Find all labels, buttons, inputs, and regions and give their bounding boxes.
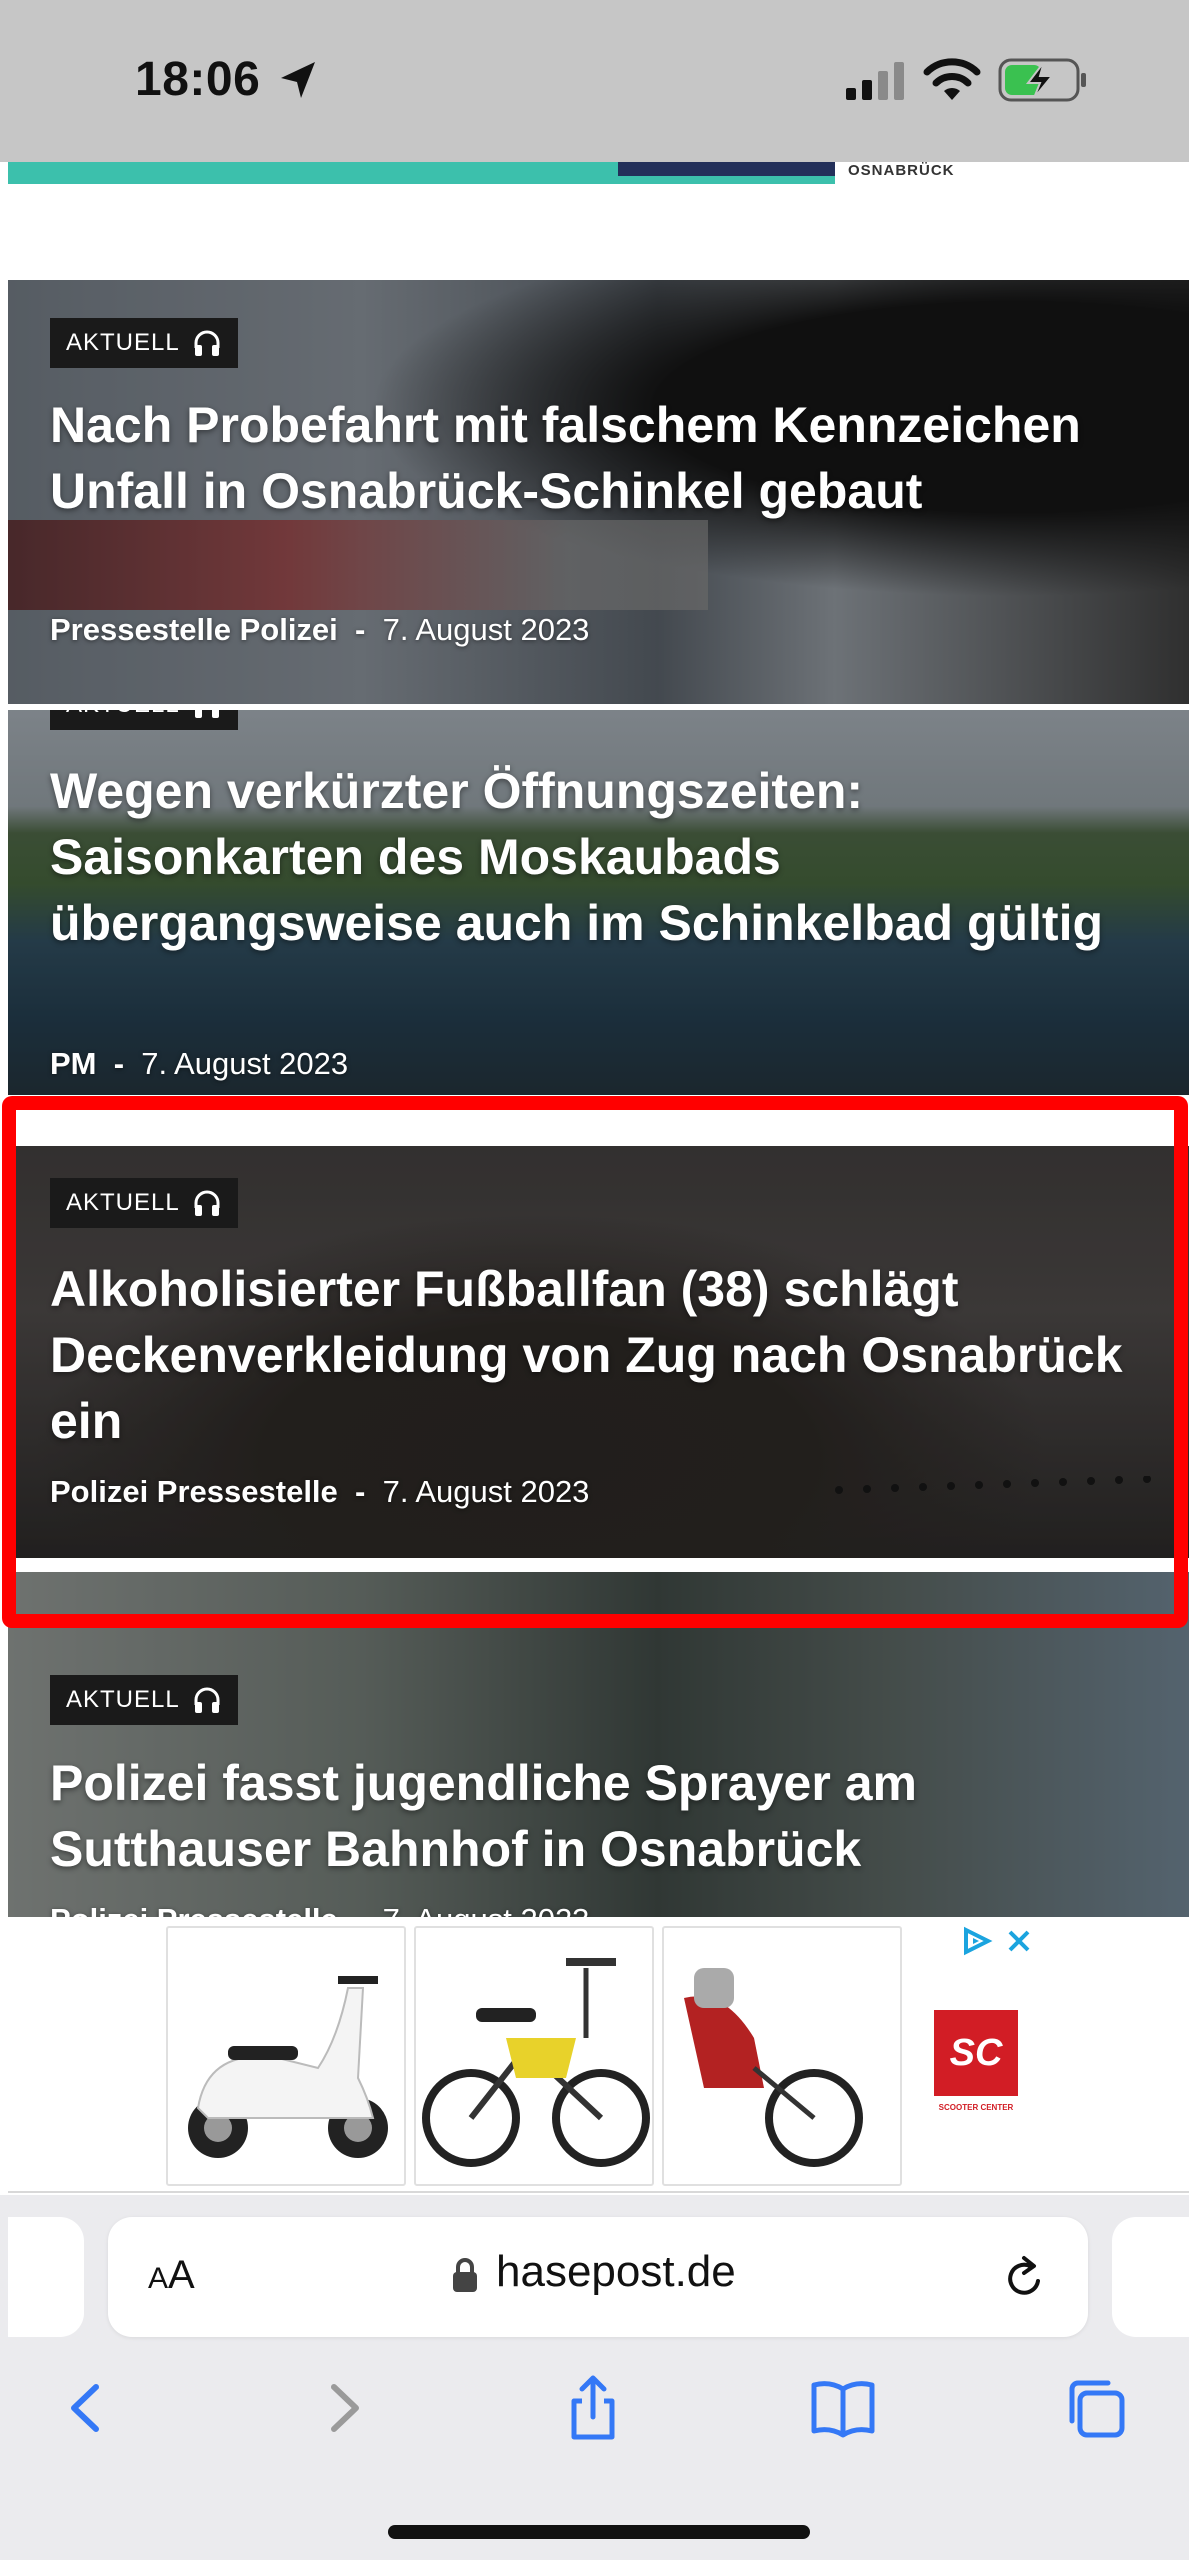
article-author[interactable]: Polizei Pressestelle [50, 1902, 338, 1917]
close-icon[interactable] [1004, 1926, 1034, 1956]
article-title[interactable]: Polizei fasst jugendliche Sprayer am Sut… [50, 1750, 1170, 1882]
article-meta: PM - 7. August 2023 [50, 1046, 348, 1082]
top-ad-banner[interactable]: OSNABRÜCK [8, 162, 1189, 184]
article-title[interactable]: Nach Probefahrt mit falschem Kennzeichen… [50, 392, 1170, 524]
next-tab-peek[interactable] [1112, 2217, 1189, 2337]
badge-label: AKTUELL [66, 710, 180, 719]
article-author[interactable]: Pressestelle Polizei [50, 612, 338, 647]
article-author[interactable]: PM [50, 1046, 97, 1081]
category-badge[interactable]: AKTUELL [50, 710, 238, 730]
page: 18:06 OSNABRÜCK AKTUELL Nach Probefahrt … [0, 0, 1189, 2560]
signal-icon [846, 62, 904, 100]
scooter-ad[interactable]: SC SCOOTER CENTER [8, 1918, 1189, 2193]
article-author[interactable]: Polizei Pressestelle [50, 1474, 338, 1509]
article-date: 7. August 2023 [382, 1474, 590, 1509]
article-meta: Polizei Pressestelle - 7. August 2023 [50, 1902, 589, 1917]
location-arrow-icon [281, 62, 315, 98]
aa-large: A [168, 2253, 195, 2297]
category-badge[interactable]: AKTUELL [50, 1675, 238, 1725]
ad-product-scooter-white[interactable] [166, 1926, 406, 2186]
article-card[interactable]: AKTUELL Polizei fasst jugendliche Spraye… [8, 1572, 1189, 1917]
safari-toolbar: AA hasepost.de [0, 2195, 1189, 2560]
headphones-icon [194, 710, 219, 718]
article-title[interactable]: Alkoholisierter Fußballfan (38) schlägt … [50, 1256, 1170, 1454]
article-meta: Polizei Pressestelle - 7. August 2023 [50, 1474, 589, 1510]
home-indicator[interactable] [388, 2525, 810, 2539]
article-title[interactable]: Wegen verkürzter Öffnungszeiten: Saisonk… [50, 758, 1170, 956]
tabs-icon[interactable] [1060, 2373, 1130, 2443]
banner-dark-strip [618, 162, 835, 176]
status-time: 18:06 [135, 53, 261, 106]
aa-small: A [148, 2262, 169, 2295]
headphones-icon [194, 330, 220, 356]
address-bar[interactable]: AA hasepost.de [108, 2217, 1088, 2337]
previous-tab-peek[interactable] [8, 2217, 84, 2337]
ad-logo-text: SC [949, 2031, 1003, 2074]
article-card[interactable]: AKTUELL Nach Probefahrt mit falschem Ken… [8, 280, 1189, 704]
wifi-icon [923, 58, 981, 100]
category-badge[interactable]: AKTUELL [50, 318, 238, 368]
meta-separator: - [355, 612, 366, 647]
ad-product-moped-yellow[interactable] [414, 1926, 654, 2186]
moped-image [684, 1968, 863, 2167]
article-meta: Pressestelle Polizei - 7. August 2023 [50, 612, 589, 648]
banner-brand: OSNABRÜCK [848, 162, 955, 179]
forward-icon[interactable] [308, 2373, 378, 2443]
bookmarks-icon[interactable] [808, 2373, 878, 2443]
status-bar: 18:06 [0, 0, 1189, 162]
badge-label: AKTUELL [66, 1686, 180, 1713]
lock-icon [453, 2258, 477, 2292]
article-card-highlighted[interactable]: AKTUELL Alkoholisierter Fußballfan (38) … [8, 1142, 1189, 1562]
back-icon[interactable] [52, 2373, 122, 2443]
article-date: 7. August 2023 [141, 1046, 349, 1081]
meta-separator: - [355, 1902, 365, 1917]
text-size-button[interactable]: AA [148, 2253, 195, 2298]
url-text[interactable]: hasepost.de [496, 2247, 736, 2297]
article-date: 7. August 2023 [382, 612, 590, 647]
moped-image [422, 1958, 650, 2167]
battery-charging-icon [998, 58, 1086, 102]
article-card[interactable]: AKTUELL Wegen verkürzter Öffnungszeiten:… [8, 710, 1189, 1095]
article-date: 7. August 2023 [383, 1902, 590, 1917]
headphones-icon [194, 1190, 220, 1216]
meta-separator: - [355, 1474, 366, 1509]
adchoices-icon[interactable] [960, 1926, 996, 1956]
scooter-image [188, 1976, 388, 2158]
meta-separator: - [113, 1046, 125, 1081]
ad-brand-logo[interactable]: SC SCOOTER CENTER [934, 2010, 1018, 2112]
share-icon[interactable] [558, 2373, 628, 2443]
badge-label: AKTUELL [66, 329, 180, 356]
image-detail [835, 1476, 1151, 1494]
ad-product-moped-red[interactable] [662, 1926, 902, 2186]
ad-logo-subtext: SCOOTER CENTER [938, 2103, 1014, 2112]
badge-label: AKTUELL [66, 1189, 180, 1216]
category-badge[interactable]: AKTUELL [50, 1178, 238, 1228]
reload-icon[interactable] [1002, 2253, 1048, 2303]
headphones-icon [194, 1687, 220, 1713]
